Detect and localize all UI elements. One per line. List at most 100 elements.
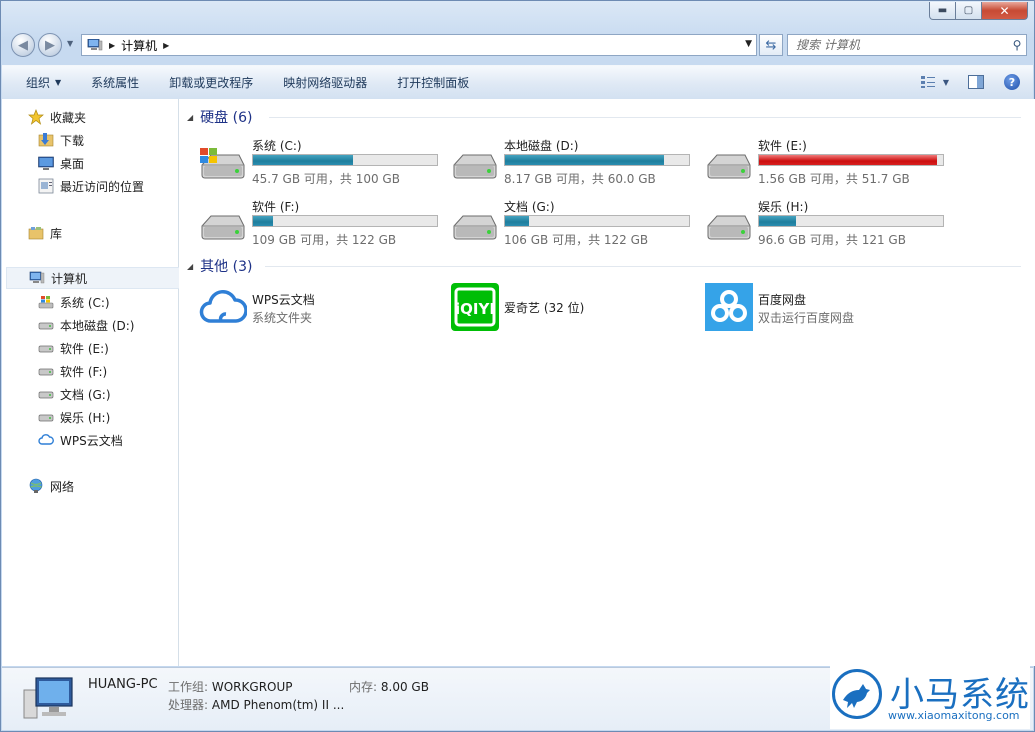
hard-drive-icon — [707, 215, 751, 240]
close-button[interactable]: ✕ — [982, 2, 1028, 20]
sidebar-item-recent-places[interactable]: 最近访问的位置 — [38, 175, 144, 197]
drive-free-space: 45.7 GB 可用，共 100 GB — [252, 172, 400, 186]
drive-item[interactable]: 软件 (F:) 109 GB 可用，共 122 GB — [199, 198, 449, 254]
drive-item[interactable]: 软件 (E:) 1.56 GB 可用，共 51.7 GB — [705, 137, 955, 193]
sidebar-item-label: 本地磁盘 (D:) — [60, 318, 135, 333]
organize-button[interactable]: 组织 ▼ — [2, 66, 73, 99]
sidebar-item-label: 娱乐 (H:) — [60, 410, 111, 425]
item-iqiyi[interactable]: iQIYI 爱奇艺 (32 位) — [451, 283, 701, 333]
drive-free-space: 109 GB 可用，共 122 GB — [252, 233, 397, 247]
group-divider — [265, 266, 1021, 267]
desktop-icon — [38, 155, 54, 171]
minimize-button[interactable]: ▬ — [929, 2, 956, 20]
drive-name: 系统 (C:) — [252, 139, 302, 153]
sidebar-item-label: 软件 (E:) — [60, 341, 109, 356]
memory-label: 内存: — [349, 680, 378, 694]
sidebar-item-desktop[interactable]: 桌面 — [38, 152, 84, 174]
item-baidu-netdisk[interactable]: 百度网盘 双击运行百度网盘 — [705, 283, 955, 333]
hard-drive-icon — [38, 386, 54, 402]
sidebar-item-drive-e[interactable]: 软件 (E:) — [38, 337, 109, 359]
collapse-triangle-icon: ◢ — [187, 112, 194, 122]
drive-usage-fill — [759, 216, 797, 226]
forward-button[interactable]: ▶ — [38, 33, 62, 57]
content-pane: ◢ 硬盘 (6) 系统 (C:) 45.7 GB 可用，共 100 GB 本地磁盘 … — [179, 99, 1035, 666]
sidebar-item-wps-cloud[interactable]: WPS云文档 — [38, 429, 123, 451]
hard-drive-icon — [453, 215, 497, 240]
sidebar-item-drive-f[interactable]: 软件 (F:) — [38, 360, 107, 382]
watermark-logo: 小马系统 www.xiaomaxitong.com — [830, 665, 1030, 729]
view-options-dropdown[interactable]: ▼ — [941, 72, 951, 92]
uninstall-program-button[interactable]: 卸载或更改程序 — [151, 66, 265, 99]
drive-item[interactable]: 娱乐 (H:) 96.6 GB 可用，共 121 GB — [705, 198, 955, 254]
computer-icon — [23, 677, 73, 719]
computer-icon — [87, 39, 103, 51]
item-description: 系统文件夹 — [252, 311, 313, 325]
drive-name: 娱乐 (H:) — [758, 200, 809, 214]
sidebar-item-label: WPS云文档 — [60, 433, 123, 448]
address-bar[interactable]: ▶ 计算机 ▶ ▼ — [81, 34, 757, 56]
breadcrumb-computer[interactable]: 计算机 — [121, 37, 157, 54]
preview-pane-icon — [968, 75, 984, 89]
drive-free-space: 8.17 GB 可用，共 60.0 GB — [504, 172, 656, 186]
workgroup-value: WORKGROUP — [211, 680, 293, 694]
drive-free-space: 1.56 GB 可用，共 51.7 GB — [758, 172, 910, 186]
organize-label: 组织 — [26, 76, 51, 90]
computer-name: HUANG-PC — [88, 677, 158, 692]
drive-item[interactable]: 系统 (C:) 45.7 GB 可用，共 100 GB — [199, 137, 449, 193]
drive-name: 软件 (E:) — [758, 139, 807, 153]
item-name: 爱奇艺 (32 位) — [504, 301, 585, 315]
hard-drive-icon — [38, 363, 54, 379]
refresh-button[interactable]: ⇆ — [759, 34, 783, 56]
watermark-url: www.xiaomaxitong.com — [888, 709, 1020, 722]
drive-usage-bar — [758, 215, 944, 227]
group-header-other[interactable]: ◢ 其他 (3) — [187, 256, 252, 276]
item-wps-cloud[interactable]: WPS云文档 系统文件夹 — [199, 283, 449, 333]
sidebar-item-network[interactable]: 网络 — [28, 475, 74, 497]
search-box[interactable]: ⚲ — [787, 34, 1027, 56]
system-properties-button[interactable]: 系统属性 — [73, 66, 151, 99]
sidebar-item-drive-d[interactable]: 本地磁盘 (D:) — [38, 314, 134, 336]
drive-name: 软件 (F:) — [252, 200, 300, 214]
memory-field: 内存: 8.00 GB — [349, 678, 429, 695]
group-title: 硬盘 (6) — [200, 110, 253, 126]
drive-usage-bar — [504, 154, 690, 166]
drive-item[interactable]: 本地磁盘 (D:) 8.17 GB 可用，共 60.0 GB — [451, 137, 701, 193]
help-button[interactable]: ? — [1001, 72, 1023, 92]
drive-name: 本地磁盘 (D:) — [504, 139, 579, 153]
maximize-button[interactable]: ▢ — [956, 2, 982, 20]
drive-free-space: 96.6 GB 可用，共 121 GB — [758, 233, 906, 247]
recent-pages-dropdown[interactable]: ▼ — [67, 39, 73, 48]
drive-name: 文档 (G:) — [504, 200, 555, 214]
sidebar-item-libraries[interactable]: 库 — [28, 222, 62, 244]
sidebar-item-downloads[interactable]: 下载 — [38, 129, 84, 151]
breadcrumb-separator-icon[interactable]: ▶ — [163, 41, 169, 50]
sidebar-item-label: 库 — [50, 226, 63, 241]
group-header-hard-drives[interactable]: ◢ 硬盘 (6) — [187, 107, 252, 127]
windows-drive-icon — [38, 294, 54, 310]
sidebar-item-favorites[interactable]: 收藏夹 — [28, 106, 86, 128]
drive-usage-bar — [504, 215, 690, 227]
search-input[interactable] — [794, 37, 1008, 53]
sidebar-item-drive-c[interactable]: 系统 (C:) — [38, 291, 110, 313]
search-icon[interactable]: ⚲ — [1008, 38, 1026, 52]
baidu-netdisk-icon — [705, 283, 753, 331]
back-button[interactable]: ◀ — [11, 33, 35, 57]
preview-pane-button[interactable] — [965, 72, 987, 92]
drive-item[interactable]: 文档 (G:) 106 GB 可用，共 122 GB — [451, 198, 701, 254]
navigation-bar: ◀ ▶ ▼ ▶ 计算机 ▶ ▼ ⇆ ⚲ — [9, 33, 1027, 59]
address-history-dropdown-icon[interactable]: ▼ — [745, 39, 752, 49]
help-icon: ? — [1004, 74, 1020, 90]
map-network-drive-button[interactable]: 映射网络驱动器 — [265, 66, 379, 99]
sidebar-item-computer[interactable]: 计算机 — [6, 267, 180, 289]
breadcrumb-separator-icon[interactable]: ▶ — [109, 41, 115, 50]
navigation-pane: 收藏夹 下载 桌面 最近访问的位置 库 计算机 系统 (C:) 本地磁盘 (D:… — [2, 99, 180, 666]
command-bar: 组织 ▼ 系统属性 卸载或更改程序 映射网络驱动器 打开控制面板 ▼ ? — [2, 65, 1033, 100]
sidebar-item-drive-h[interactable]: 娱乐 (H:) — [38, 406, 110, 428]
hard-drive-icon — [453, 154, 497, 179]
open-control-panel-button[interactable]: 打开控制面板 — [379, 66, 481, 99]
view-controls: ▼ ? — [911, 72, 1023, 92]
hard-drive-icon — [201, 215, 245, 240]
sidebar-item-drive-g[interactable]: 文档 (G:) — [38, 383, 111, 405]
change-view-button[interactable] — [917, 72, 939, 92]
sidebar-item-label: 最近访问的位置 — [60, 179, 145, 194]
